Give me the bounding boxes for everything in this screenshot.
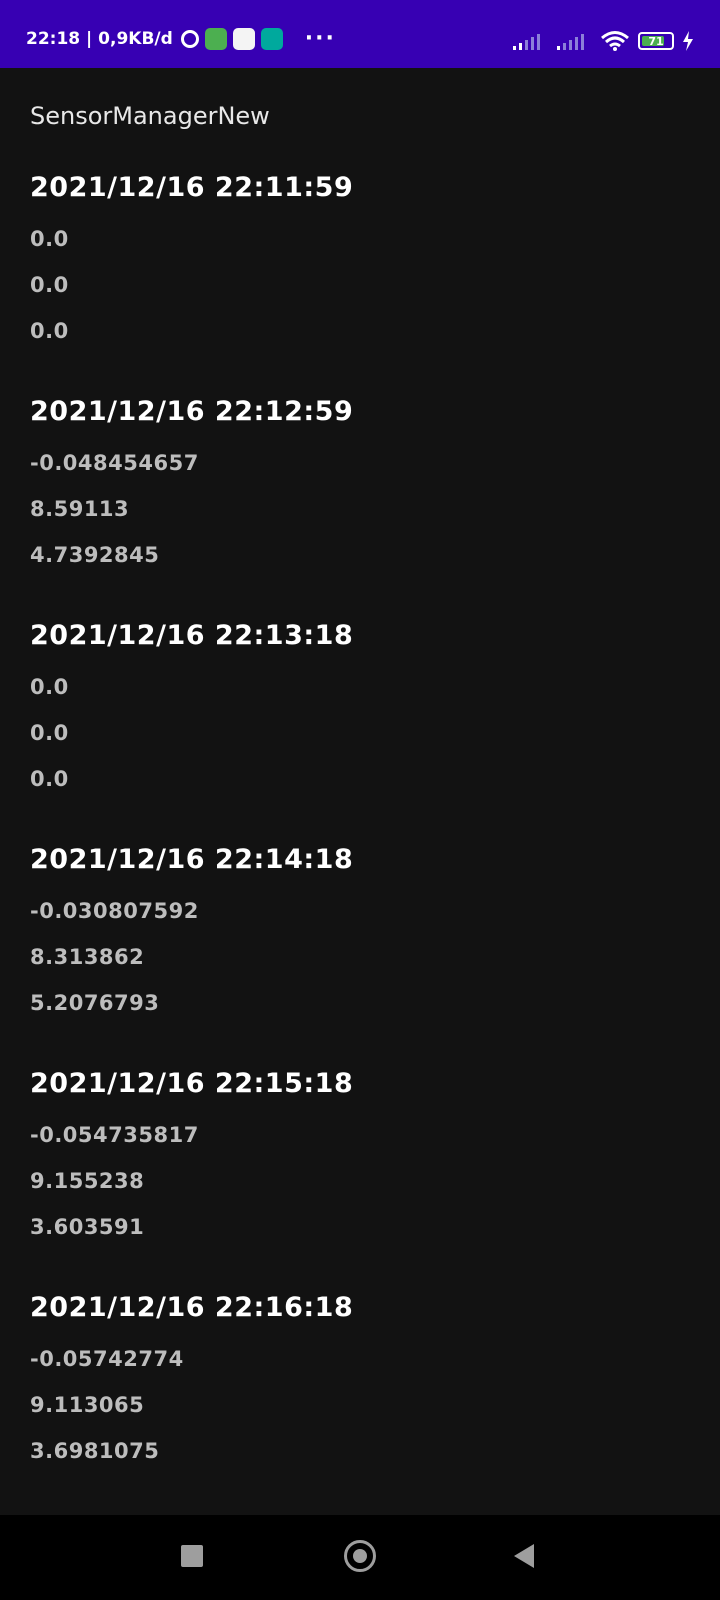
charging-icon: [683, 31, 693, 51]
alarm-icon: [180, 30, 199, 48]
reading-y: 9.155238: [30, 1169, 145, 1193]
home-icon[interactable]: [344, 1540, 376, 1572]
reading-z: 5.2076793: [30, 991, 160, 1015]
reading-z: 4.7392845: [30, 543, 160, 567]
signal-icon-2: [557, 34, 584, 50]
list-item: 2021/12/16 22:14:18 -0.030807592 8.31386…: [30, 840, 690, 1064]
back-icon[interactable]: [514, 1544, 534, 1568]
reading-timestamp: 2021/12/16 22:14:18: [30, 844, 354, 875]
readings-list[interactable]: 2021/12/16 22:11:59 0.0 0.0 0.0 2021/12/…: [30, 168, 690, 1512]
status-time-speed: 22:18 | 0,9KB/d: [26, 29, 173, 49]
more-notifications-icon: ···: [304, 26, 336, 51]
status-right: 71: [512, 30, 694, 52]
wifi-icon: [601, 31, 629, 51]
recents-icon[interactable]: [181, 1545, 203, 1567]
reading-z: 0.0: [30, 319, 69, 343]
list-item: 2021/12/16 22:11:59 0.0 0.0 0.0: [30, 168, 690, 392]
status-bar: 22:18 | 0,9KB/d ··· 71: [0, 0, 720, 68]
reading-timestamp: 2021/12/16 22:16:18: [30, 1292, 354, 1323]
reading-z: 3.603591: [30, 1215, 145, 1239]
battery-level: 71: [648, 34, 664, 48]
reading-y: 8.313862: [30, 945, 145, 969]
list-item: 2021/12/16 22:16:18 -0.05742774 9.113065…: [30, 1288, 690, 1512]
reading-z: 3.6981075: [30, 1439, 160, 1463]
shield-app-icon: [260, 28, 283, 50]
reading-x: -0.054735817: [30, 1123, 199, 1147]
reading-x: -0.030807592: [30, 899, 199, 923]
app-title: SensorManagerNew: [30, 102, 270, 130]
reading-y: 8.59113: [30, 497, 130, 521]
reading-x: -0.05742774: [30, 1347, 184, 1371]
reading-timestamp: 2021/12/16 22:11:59: [30, 172, 354, 203]
signal-icon: [513, 34, 540, 50]
android-app-icon: [204, 28, 227, 50]
list-item: 2021/12/16 22:13:18 0.0 0.0 0.0: [30, 616, 690, 840]
reading-y: 0.0: [30, 273, 69, 297]
reading-timestamp: 2021/12/16 22:12:59: [30, 396, 354, 427]
reading-timestamp: 2021/12/16 22:13:18: [30, 620, 354, 651]
puzzle-app-icon: [232, 28, 255, 50]
list-item: 2021/12/16 22:12:59 -0.048454657 8.59113…: [30, 392, 690, 616]
reading-z: 0.0: [30, 767, 69, 791]
reading-x: 0.0: [30, 227, 69, 251]
reading-y: 9.113065: [30, 1393, 145, 1417]
reading-x: 0.0: [30, 675, 69, 699]
reading-x: -0.048454657: [30, 451, 199, 475]
list-item: 2021/12/16 22:15:18 -0.054735817 9.15523…: [30, 1064, 690, 1288]
status-left: 22:18 | 0,9KB/d ···: [26, 28, 336, 50]
reading-timestamp: 2021/12/16 22:15:18: [30, 1068, 354, 1099]
reading-y: 0.0: [30, 721, 69, 745]
battery-icon: 71: [638, 32, 674, 50]
